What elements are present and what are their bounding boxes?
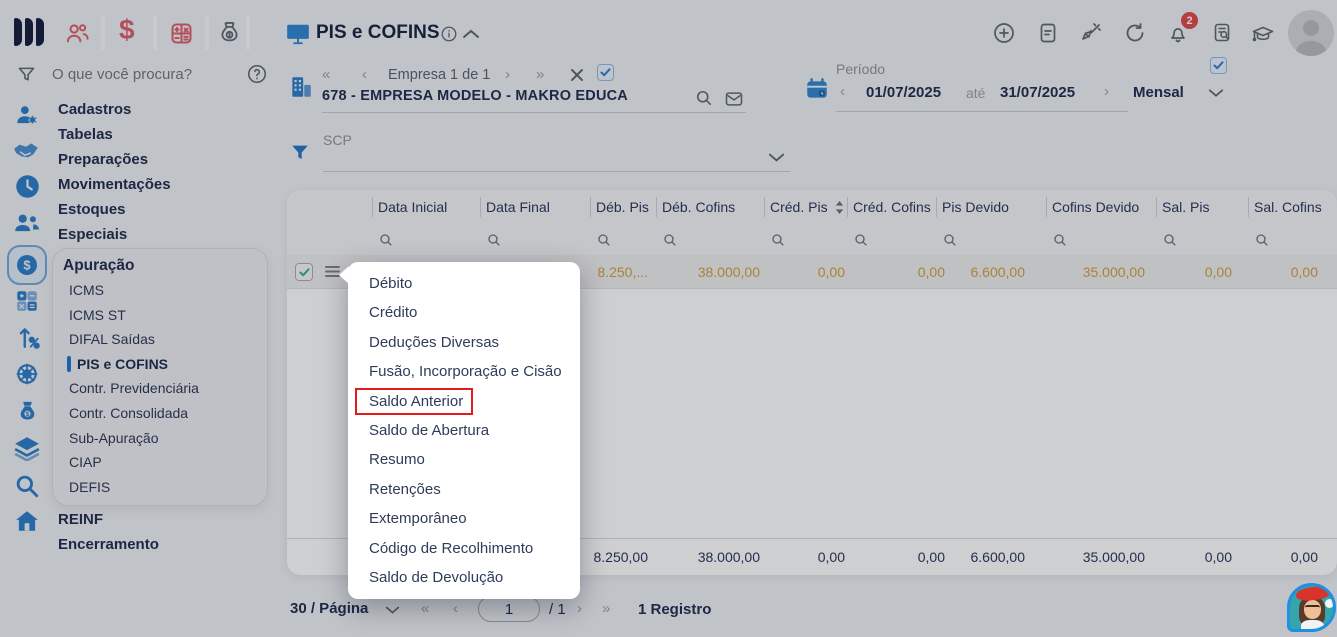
avatar-glasses	[1305, 605, 1320, 610]
menu-item-credito[interactable]: Crédito	[348, 298, 580, 327]
context-menu-pointer	[339, 266, 349, 284]
tutorial-dim-overlay	[0, 0, 1337, 637]
menu-item-fusao-incorporacao-cisao[interactable]: Fusão, Incorporação e Cisão	[348, 357, 580, 386]
app-window: $ PIS e COFINS	[0, 0, 1337, 637]
menu-item-debito[interactable]: Débito	[348, 269, 580, 298]
row-context-menu: Débito Crédito Deduções Diversas Fusão, …	[348, 262, 580, 599]
menu-item-saldo-de-devolucao[interactable]: Saldo de Devolução	[348, 563, 580, 592]
tutorial-highlight-box	[355, 388, 473, 415]
menu-item-retencoes[interactable]: Retenções	[348, 475, 580, 504]
menu-item-codigo-de-recolhimento[interactable]: Código de Recolhimento	[348, 534, 580, 563]
avatar-hat-pompom	[1325, 599, 1334, 608]
menu-item-extemporaneo[interactable]: Extemporâneo	[348, 504, 580, 533]
menu-item-saldo-de-abertura[interactable]: Saldo de Abertura	[348, 416, 580, 445]
menu-item-deducoes-diversas[interactable]: Deduções Diversas	[348, 328, 580, 357]
avatar-santa-hat	[1295, 585, 1330, 601]
menu-item-resumo[interactable]: Resumo	[348, 445, 580, 474]
support-chat-avatar[interactable]	[1287, 583, 1336, 632]
avatar-shirt	[1301, 620, 1324, 632]
